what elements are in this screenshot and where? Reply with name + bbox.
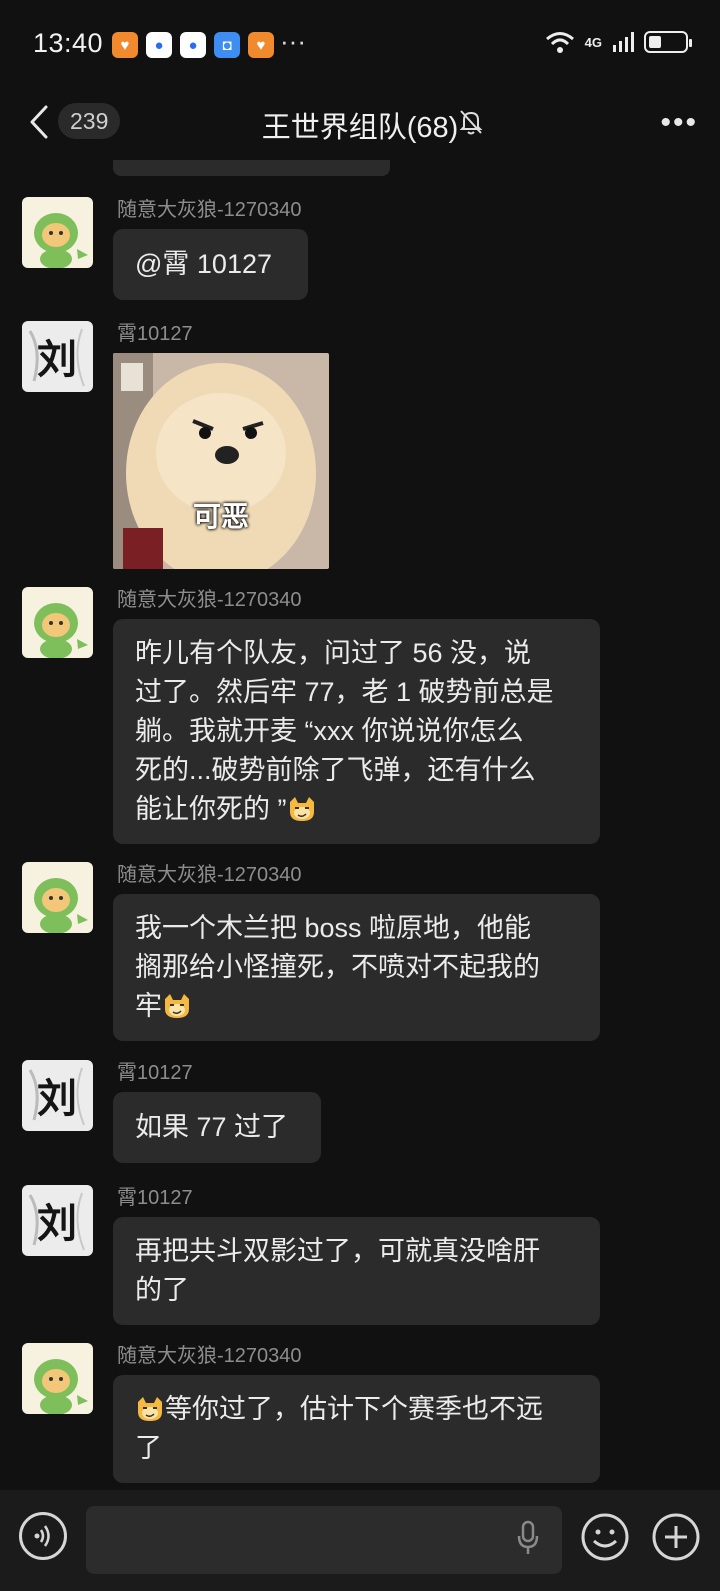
previous-message-bubble bbox=[113, 160, 390, 176]
message-line: 搁那给小怪撞死，不喷对不起我的 bbox=[135, 952, 540, 982]
avatar[interactable] bbox=[22, 197, 93, 268]
avatar-text: 刘 bbox=[37, 336, 77, 383]
green-dino-dog-avatar-icon bbox=[22, 1343, 93, 1414]
voice-input-button[interactable] bbox=[19, 1512, 67, 1560]
voice-wave-icon bbox=[34, 1525, 50, 1547]
smirk-cat-emoji-icon bbox=[289, 797, 314, 821]
message-line: 能让你死的 ” bbox=[135, 794, 287, 824]
green-dino-dog-avatar-icon bbox=[22, 862, 93, 933]
message-list: 随意大灰狼-1270340 @霄 10127 刘 霄10127 可恶 随意大灰狼… bbox=[0, 160, 720, 1490]
sender-name: 随意大灰狼-1270340 bbox=[117, 864, 302, 886]
battery-fill bbox=[649, 36, 661, 48]
message-line: 了 bbox=[135, 1433, 162, 1463]
status-time: 13:40 bbox=[33, 28, 104, 58]
battery-cap bbox=[689, 39, 692, 47]
message-line-wrap: 等你过了，估计下个赛季也不远 bbox=[135, 1390, 578, 1429]
message-line: 躺。我就开麦 “xxx 你说说你怎么 bbox=[135, 716, 524, 746]
sticker-image[interactable]: 可恶 bbox=[113, 353, 329, 569]
blue-app-icon-2: ● bbox=[180, 32, 206, 58]
avatar[interactable] bbox=[22, 862, 93, 933]
wifi-icon bbox=[545, 32, 574, 53]
message-line: 等你过了，估计下个赛季也不远 bbox=[165, 1394, 543, 1424]
more-options-icon[interactable]: ••• bbox=[660, 108, 698, 138]
avatar[interactable]: 刘 bbox=[22, 321, 93, 392]
sender-name: 霄10127 bbox=[117, 1062, 193, 1084]
message-line-wrap: 牢 bbox=[135, 987, 578, 1026]
shield-app-icon: ◘ bbox=[214, 32, 240, 58]
calligraphy-liu-avatar-icon: 刘 bbox=[22, 321, 93, 392]
status-right: 4G bbox=[545, 30, 692, 54]
microphone-icon[interactable] bbox=[516, 1520, 540, 1556]
message-bubble[interactable]: 我一个木兰把 boss 啦原地，他能 搁那给小怪撞死，不喷对不起我的 牢 bbox=[113, 894, 600, 1041]
notification-icons: ♥ ● ● ◘ ♥ bbox=[112, 32, 274, 58]
green-dino-dog-avatar-icon bbox=[22, 197, 93, 268]
message-bubble[interactable]: 再把共斗双影过了，可就真没啥肝 的了 bbox=[113, 1217, 600, 1325]
chat-header: 239 王世界组队(68) ••• bbox=[0, 90, 720, 160]
avatar[interactable] bbox=[22, 1343, 93, 1414]
sender-name: 霄10127 bbox=[117, 1187, 193, 1209]
message-bubble[interactable]: 等你过了，估计下个赛季也不远 了 bbox=[113, 1375, 600, 1483]
emoji-button-icon[interactable] bbox=[580, 1512, 630, 1562]
sender-name: 随意大灰狼-1270340 bbox=[117, 1345, 302, 1367]
smirk-cat-emoji-icon bbox=[165, 994, 189, 1018]
orange-app-icon-2: ♥ bbox=[248, 32, 274, 58]
message-input[interactable] bbox=[86, 1506, 562, 1574]
network-type: 4G bbox=[584, 34, 602, 50]
sender-name: 霄10127 bbox=[117, 323, 193, 345]
sender-name: 随意大灰狼-1270340 bbox=[117, 589, 302, 611]
message-line: 的了 bbox=[135, 1275, 189, 1305]
message-line: 死的...破势前除了飞弹，还有什么 bbox=[135, 755, 536, 785]
calligraphy-liu-avatar-icon: 刘 bbox=[22, 1185, 93, 1256]
chat-title: 王世界组队(68) bbox=[261, 112, 459, 144]
more-notifications-icon: ··· bbox=[280, 26, 306, 56]
message-line: 昨儿有个队友，问过了 56 没，说 bbox=[135, 638, 532, 668]
message-line: 再把共斗双影过了，可就真没啥肝 bbox=[135, 1236, 540, 1266]
status-bar: 13:40 ♥ ● ● ◘ ♥ ··· 4G bbox=[0, 0, 720, 90]
message-bubble[interactable]: @霄 10127 bbox=[113, 229, 308, 300]
avatar-text: 刘 bbox=[37, 1200, 77, 1247]
orange-app-icon: ♥ bbox=[112, 32, 138, 58]
input-bar bbox=[0, 1490, 720, 1591]
message-bubble[interactable]: 昨儿有个队友，问过了 56 没，说 过了。然后牢 77，老 1 破势前总是 躺。… bbox=[113, 619, 600, 844]
blue-app-icon: ● bbox=[146, 32, 172, 58]
green-dino-dog-avatar-icon bbox=[22, 587, 93, 658]
signal-icon bbox=[613, 32, 634, 52]
message-line: 牢 bbox=[135, 991, 162, 1021]
avatar[interactable]: 刘 bbox=[22, 1060, 93, 1131]
smirk-cat-emoji-icon bbox=[138, 1397, 162, 1421]
angry-pomeranian-sticker bbox=[113, 353, 329, 569]
avatar-text: 刘 bbox=[37, 1075, 77, 1122]
battery-icon bbox=[644, 31, 692, 53]
avatar[interactable] bbox=[22, 587, 93, 658]
calligraphy-liu-avatar-icon: 刘 bbox=[22, 1060, 93, 1131]
sender-name: 随意大灰狼-1270340 bbox=[117, 199, 302, 221]
message-line: 过了。然后牢 77，老 1 破势前总是 bbox=[135, 677, 554, 707]
muted-bell-icon bbox=[459, 110, 483, 135]
add-more-icon[interactable] bbox=[651, 1512, 701, 1562]
message-bubble[interactable]: 如果 77 过了 bbox=[113, 1092, 321, 1163]
message-line: 我一个木兰把 boss 啦原地，他能 bbox=[135, 913, 532, 943]
sticker-caption: 可恶 bbox=[192, 501, 249, 532]
avatar[interactable]: 刘 bbox=[22, 1185, 93, 1256]
message-line-wrap: 能让你死的 ” bbox=[135, 790, 578, 829]
